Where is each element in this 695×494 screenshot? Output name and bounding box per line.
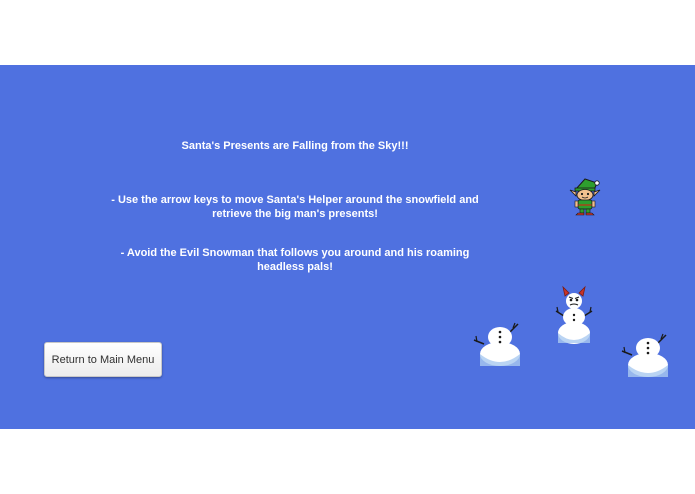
return-to-main-menu-button[interactable]: Return to Main Menu [44,342,162,377]
headless-snowman-sprite [621,333,668,377]
evil-snowman-sprite [555,285,593,344]
instructions-title: Santa's Presents are Falling from the Sk… [181,140,409,152]
elf-sprite [569,178,601,216]
headless-snowman-sprite [473,322,520,366]
instructions-avoid: - Avoid the Evil Snowman that follows yo… [120,247,470,273]
instructions-move: - Use the arrow keys to move Santa's Hel… [111,194,479,220]
game-screen: Santa's Presents are Falling from the Sk… [0,65,695,429]
